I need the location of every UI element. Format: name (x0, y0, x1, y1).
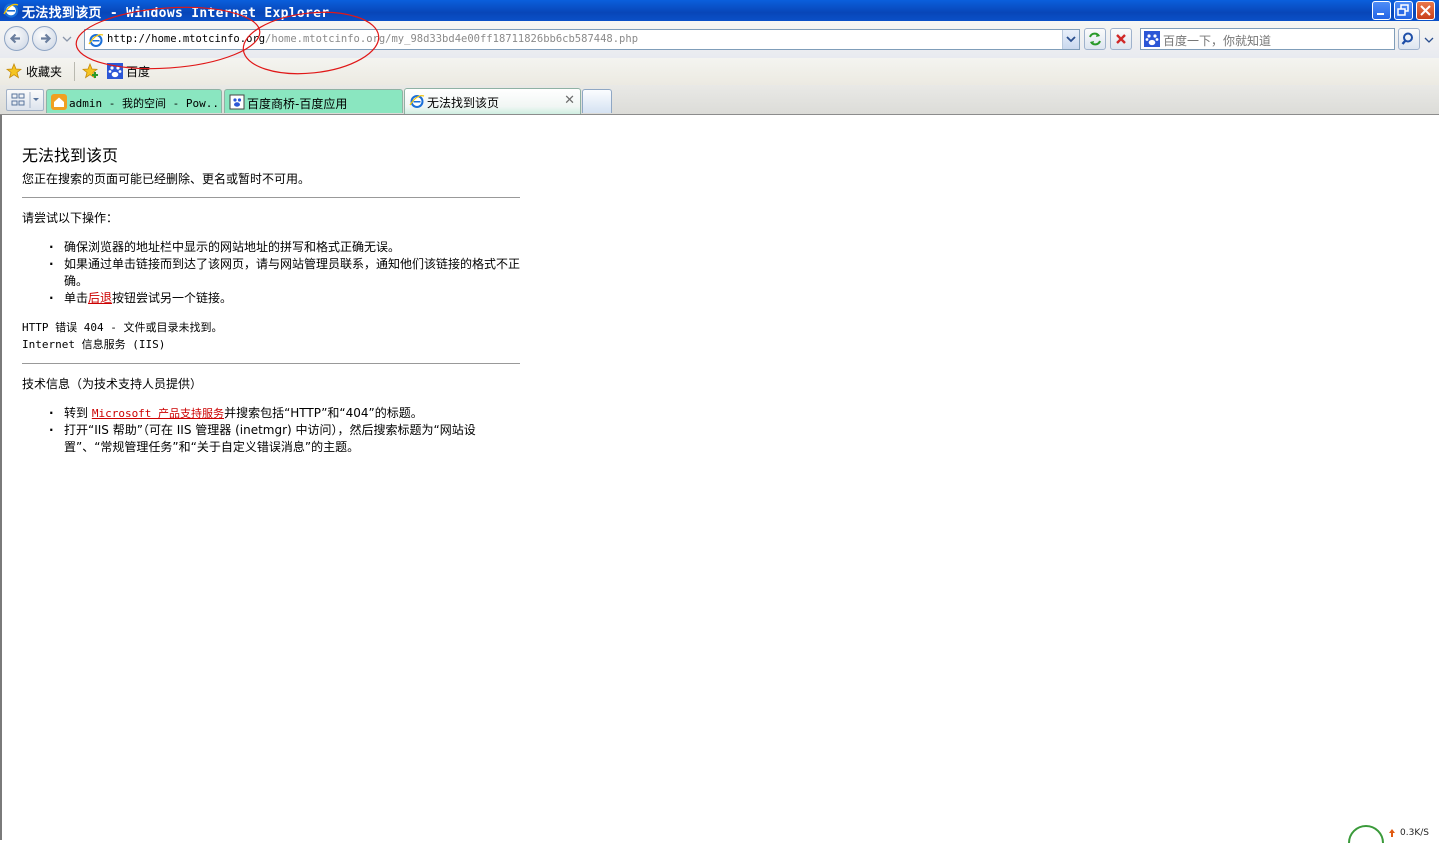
try-heading: 请尝试以下操作： (22, 211, 119, 225)
refresh-button[interactable] (1084, 28, 1106, 50)
network-speed-widget[interactable]: 0.3K/S (1346, 822, 1439, 843)
tech-heading: 技术信息（为技术支持人员提供） (22, 377, 203, 391)
add-favorite-icon[interactable] (82, 63, 100, 80)
page-content: 无法找到该页 您正在搜索的页面可能已经删除、更名或暂时不可用。 请尝试以下操作：… (0, 115, 1439, 840)
new-tab-button[interactable] (582, 89, 612, 113)
address-path: /home.mtotcinfo.org/my_98d33bd4e00ff1871… (265, 33, 639, 45)
list-item: 如果通过单击链接而到达了该网页，请与网站管理员联系，通知他们该链接的格式不正确。 (22, 256, 520, 290)
window-title: 无法找到该页 - Windows Internet Explorer (22, 6, 330, 21)
text-fragment: 转到 (64, 406, 92, 420)
close-tab-icon[interactable]: ✕ (564, 93, 575, 108)
favorites-button[interactable]: 收藏夹 (26, 63, 62, 80)
arrow-left-icon (9, 33, 20, 44)
back-link[interactable]: 后退 (88, 291, 112, 305)
tab-label: 无法找到该页 (427, 96, 500, 110)
search-button[interactable] (1398, 28, 1420, 50)
minimize-button[interactable] (1372, 1, 1391, 20)
text-fragment: 并搜索包括“HTTP”和“404”的标题。 (224, 406, 423, 420)
address-bar[interactable]: http://home.mtotcinfo.org/home.mtotcinfo… (84, 29, 1080, 50)
title-bar: 无法找到该页 - Windows Internet Explorer (0, 0, 1439, 21)
close-icon (1420, 5, 1431, 16)
tab-baidu-shangqiao[interactable]: 百度商桥-百度应用 (224, 89, 403, 113)
search-options-icon[interactable] (1424, 37, 1434, 45)
server-info: Internet 信息服务 (IIS) (22, 338, 166, 351)
page-ie-icon (88, 34, 104, 47)
navigation-bar: http://home.mtotcinfo.org/home.mtotcinfo… (0, 21, 1439, 58)
tab-label: admin - 我的空间 - Pow... (69, 97, 222, 110)
list-item: 单击后退按钮尝试另一个链接。 (22, 290, 520, 307)
tab-bar: admin - 我的空间 - Pow... 百度商桥-百度应用 无法找到该页 ✕ (0, 85, 1439, 115)
upload-arrow-icon (1389, 829, 1395, 837)
favorites-star-icon (6, 63, 22, 79)
ie-favicon-icon (409, 95, 425, 108)
restore-button[interactable] (1394, 1, 1413, 20)
list-item: 打开“IIS 帮助”（可在 IIS 管理器 (inetmgr) 中访问），然后搜… (22, 422, 520, 456)
history-dropdown-icon[interactable] (62, 36, 72, 44)
error-page: 无法找到该页 您正在搜索的页面可能已经删除、更名或暂时不可用。 请尝试以下操作：… (22, 145, 520, 456)
favorites-divider (74, 62, 75, 81)
network-rate: 0.3K/S (1400, 828, 1429, 838)
baidu-paw-icon (1144, 31, 1160, 47)
address-url[interactable]: http://home.mtotcinfo.org/home.mtotcinfo… (107, 33, 638, 45)
http-error-code: HTTP 错误 404 - 文件或目录未找到。 (22, 321, 223, 334)
quick-tabs-button[interactable] (6, 89, 44, 111)
refresh-icon (1089, 32, 1101, 46)
tab-label: 百度商桥-百度应用 (247, 97, 348, 111)
address-host: http://home.mtotcinfo.org (107, 33, 266, 45)
text-fragment: 按钮尝试另一个链接。 (112, 291, 233, 305)
close-window-button[interactable] (1416, 1, 1435, 20)
tab-not-found-active[interactable]: 无法找到该页 ✕ (404, 88, 581, 114)
favorites-bar: 收藏夹 百度 (0, 58, 1439, 85)
arrow-right-icon (41, 33, 52, 44)
microsoft-support-link[interactable]: Microsoft 产品支持服务 (92, 407, 224, 420)
tab-admin-space[interactable]: admin - 我的空间 - Pow... (46, 89, 222, 113)
divider (22, 363, 520, 364)
page-favicon-icon (229, 94, 245, 110)
address-dropdown-button[interactable] (1062, 30, 1079, 49)
error-subtitle: 您正在搜索的页面可能已经删除、更名或暂时不可用。 (22, 172, 311, 186)
search-icon (1401, 32, 1413, 45)
stop-icon (1116, 34, 1126, 44)
forward-button[interactable] (32, 26, 57, 51)
try-list: 确保浏览器的地址栏中显示的网站地址的拼写和格式正确无误。 如果通过单击链接而到达… (22, 239, 520, 307)
ie-logo-icon (3, 3, 19, 18)
back-button[interactable] (4, 26, 29, 51)
error-title: 无法找到该页 (22, 146, 119, 165)
chevron-down-icon (1066, 36, 1076, 43)
speed-gauge-icon (1348, 825, 1384, 843)
stop-button[interactable] (1110, 28, 1132, 50)
text-fragment: 单击 (64, 291, 89, 305)
home-favicon-icon (51, 94, 67, 110)
quick-tabs-icon (11, 92, 39, 108)
restore-icon (1397, 4, 1409, 16)
tech-list: 转到 Microsoft 产品支持服务并搜索包括“HTTP”和“404”的标题。… (22, 405, 520, 456)
favorite-link-baidu[interactable]: 百度 (126, 63, 150, 80)
baidu-favicon-icon (107, 63, 123, 79)
search-input[interactable]: 百度一下，你就知道 (1163, 32, 1271, 49)
divider (22, 197, 520, 198)
list-item: 确保浏览器的地址栏中显示的网站地址的拼写和格式正确无误。 (22, 239, 520, 256)
minimize-icon (1377, 13, 1384, 15)
list-item: 转到 Microsoft 产品支持服务并搜索包括“HTTP”和“404”的标题。 (22, 405, 520, 422)
search-box[interactable]: 百度一下，你就知道 (1140, 28, 1395, 50)
